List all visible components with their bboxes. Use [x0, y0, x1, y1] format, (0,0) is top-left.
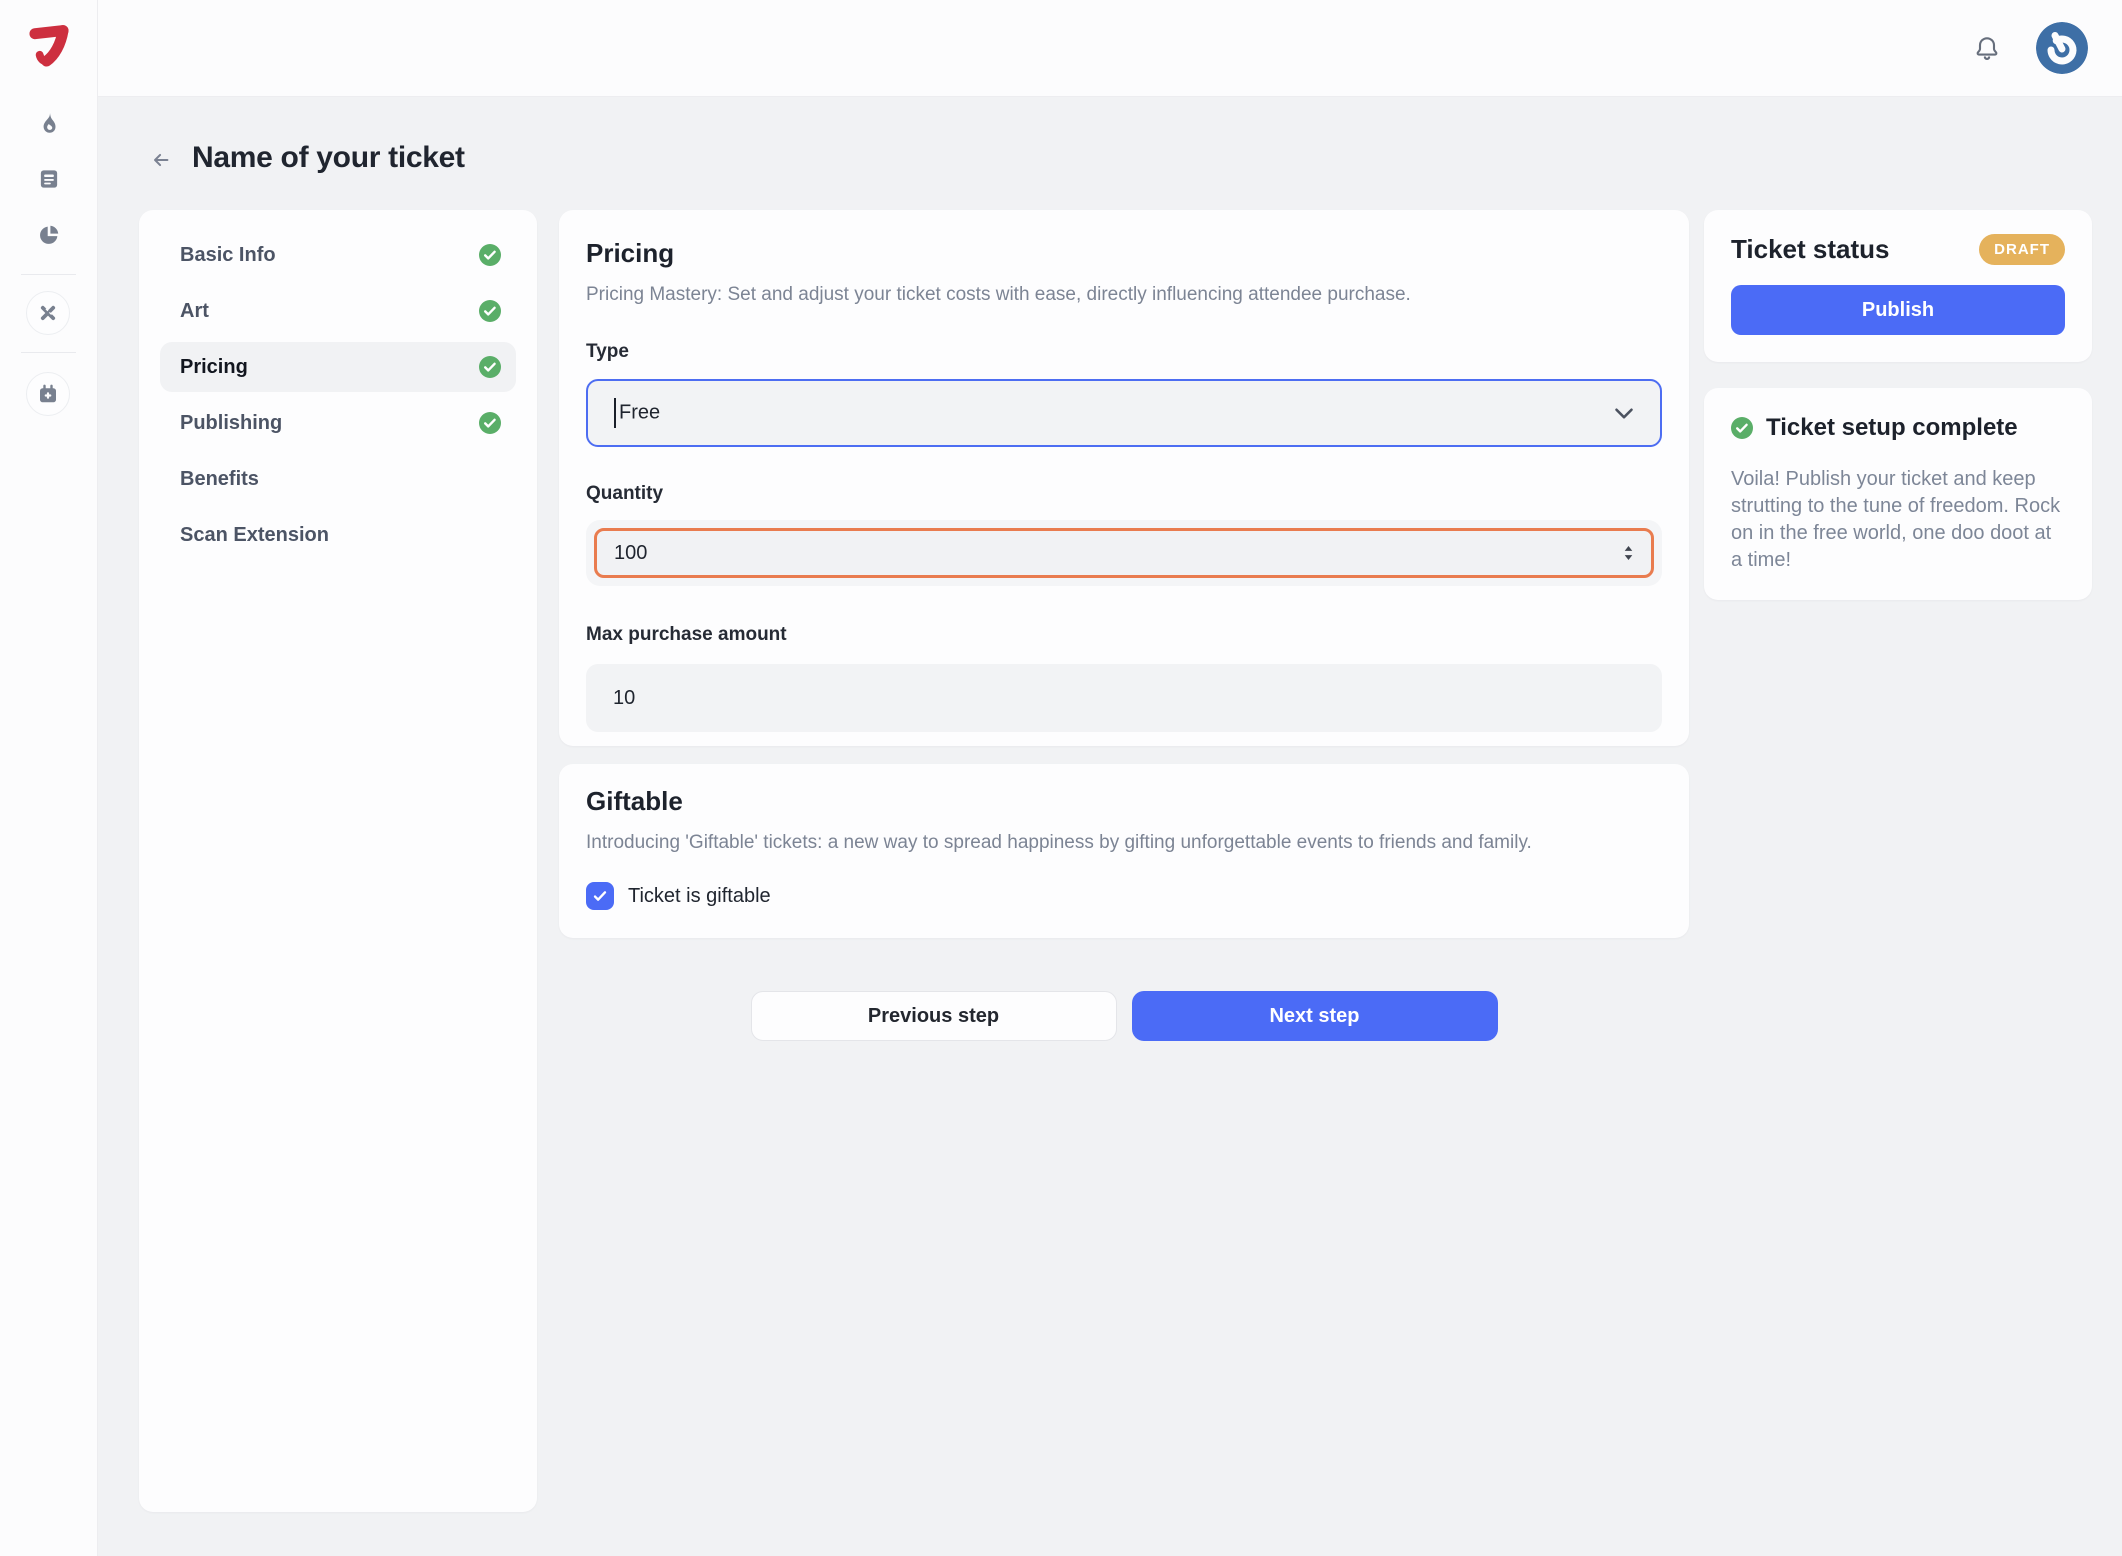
step-complete-check-icon [479, 356, 501, 378]
step-label: Basic Info [180, 244, 276, 267]
type-select[interactable]: Free [586, 379, 1662, 447]
max-purchase-label: Max purchase amount [586, 624, 1662, 646]
step-label: Art [180, 300, 209, 323]
chevron-down-icon [1614, 407, 1634, 420]
topbar [97, 0, 2122, 97]
sidebar-divider [21, 274, 76, 275]
step-label: Pricing [180, 356, 248, 379]
step-label: Publishing [180, 412, 282, 435]
sidebar-calendar-add-icon[interactable] [26, 372, 70, 416]
ticket-status-title: Ticket status [1731, 234, 1889, 265]
sidebar-orders-icon[interactable] [0, 157, 97, 201]
setup-complete-body: Voila! Publish your ticket and keep stru… [1731, 466, 2065, 574]
giftable-checkbox[interactable] [586, 882, 614, 910]
step-benefits[interactable]: Benefits [160, 454, 516, 504]
quantity-input[interactable]: 100 [594, 528, 1654, 578]
step-label: Scan Extension [180, 524, 329, 547]
step-pricing[interactable]: Pricing [160, 342, 516, 392]
max-purchase-input[interactable]: 10 [586, 664, 1662, 732]
pricing-subtitle: Pricing Mastery: Set and adjust your tic… [586, 284, 1662, 306]
step-basic-info[interactable]: Basic Info [160, 230, 516, 280]
sidebar-divider [21, 352, 76, 353]
back-arrow-icon[interactable] [144, 143, 178, 177]
publish-button[interactable]: Publish [1731, 285, 2065, 335]
setup-complete-title: Ticket setup complete [1766, 414, 2018, 442]
setup-complete-panel: Ticket setup complete Voila! Publish you… [1704, 388, 2092, 600]
type-select-value: Free [619, 401, 660, 423]
next-step-button[interactable]: Next step [1132, 991, 1498, 1041]
previous-step-button[interactable]: Previous step [751, 991, 1117, 1041]
sidebar [0, 0, 98, 1556]
page-title: Name of your ticket [192, 141, 465, 175]
type-label: Type [586, 341, 1662, 363]
draft-status-badge: DRAFT [1979, 234, 2065, 265]
ticket-steps-panel: Basic Info Art Pricing Publishing Benefi… [139, 210, 537, 1512]
step-complete-check-icon [479, 244, 501, 266]
step-label: Benefits [180, 468, 259, 491]
step-scan-extension[interactable]: Scan Extension [160, 510, 516, 560]
giftable-section: Giftable Introducing 'Giftable' tickets:… [559, 764, 1689, 938]
step-actions: Previous step Next step [559, 991, 1689, 1041]
max-purchase-value: 10 [613, 687, 635, 710]
sidebar-edit-tools-icon[interactable] [26, 291, 70, 335]
user-avatar[interactable] [2036, 22, 2088, 74]
step-publishing[interactable]: Publishing [160, 398, 516, 448]
app-canvas: Name of your ticket Basic Info Art Prici… [0, 0, 2122, 1556]
quantity-value: 100 [614, 542, 647, 565]
giftable-checkbox-label: Ticket is giftable [628, 885, 771, 908]
sidebar-flame-icon[interactable] [0, 101, 97, 145]
step-art[interactable]: Art [160, 286, 516, 336]
text-caret [614, 398, 616, 428]
giftable-checkbox-row: Ticket is giftable [586, 882, 1662, 910]
setup-complete-check-icon [1731, 417, 1753, 439]
ticket-status-panel: Ticket status DRAFT Publish [1704, 210, 2092, 362]
pricing-section: Pricing Pricing Mastery: Set and adjust … [559, 210, 1689, 746]
number-stepper-icon[interactable] [1622, 544, 1635, 562]
pricing-title: Pricing [586, 238, 1662, 269]
sidebar-analytics-icon[interactable] [0, 213, 97, 257]
quantity-field-wrap: 100 [586, 520, 1662, 586]
giftable-title: Giftable [586, 786, 1662, 817]
app-logo-icon[interactable] [24, 22, 74, 72]
giftable-subtitle: Introducing 'Giftable' tickets: a new wa… [586, 832, 1662, 854]
step-complete-check-icon [479, 300, 501, 322]
notifications-bell-icon[interactable] [1972, 33, 2002, 63]
quantity-label: Quantity [586, 483, 1662, 505]
step-complete-check-icon [479, 412, 501, 434]
